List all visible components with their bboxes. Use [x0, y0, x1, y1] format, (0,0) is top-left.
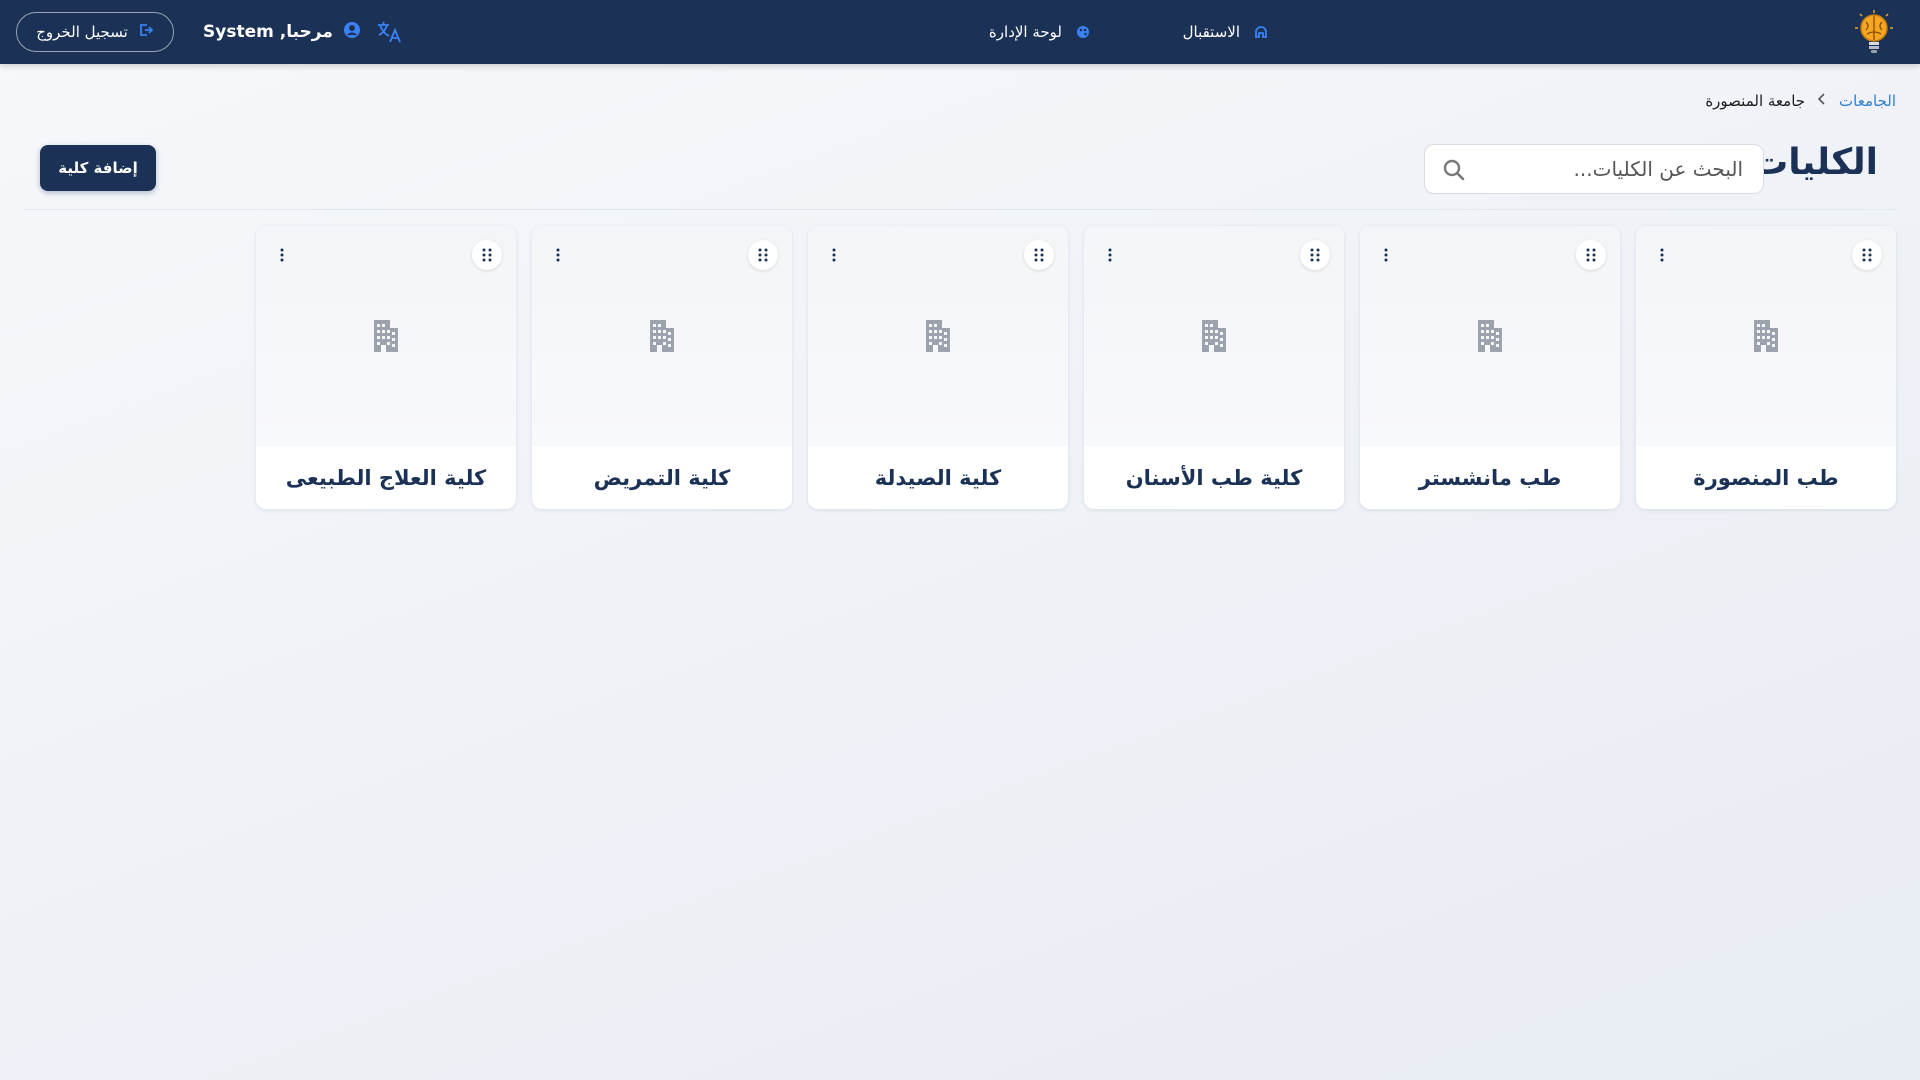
user-circle-icon: [343, 21, 361, 44]
college-card-title: طب مانشستر: [1418, 465, 1562, 490]
building-icon: [918, 316, 956, 354]
translate-icon[interactable]: [376, 20, 402, 44]
breadcrumb: الجامعات جامعة المنصورة: [1705, 92, 1896, 110]
more-vertical-icon[interactable]: [274, 242, 290, 268]
drag-handle-icon[interactable]: [1300, 240, 1330, 270]
college-card[interactable]: كلية طب الأسنان: [1084, 226, 1344, 509]
card-media: [256, 226, 516, 446]
colleges-grid: طب المنصورة طب مانشستر كلية طب الأسنان ك…: [256, 226, 1896, 509]
search-icon[interactable]: [1443, 159, 1465, 181]
more-vertical-icon[interactable]: [550, 242, 566, 268]
drag-handle-icon[interactable]: [748, 240, 778, 270]
palette-icon: [1076, 25, 1090, 39]
add-college-button[interactable]: إضافة كلية: [40, 145, 156, 191]
more-vertical-icon[interactable]: [1378, 242, 1394, 268]
card-media: [1636, 226, 1896, 446]
college-card[interactable]: طب المنصورة: [1636, 226, 1896, 509]
college-card[interactable]: كلية التمريض: [532, 226, 792, 509]
breadcrumb-universities-link[interactable]: الجامعات: [1839, 92, 1896, 110]
nav-dashboard-link[interactable]: لوحة الإدارة: [989, 0, 1090, 64]
search-box: [1424, 144, 1764, 194]
more-vertical-icon[interactable]: [1102, 242, 1118, 268]
breadcrumb-current: جامعة المنصورة: [1705, 92, 1806, 110]
card-media: [1084, 226, 1344, 446]
drag-handle-icon[interactable]: [1852, 240, 1882, 270]
college-card-title: كلية العلاج الطبيعى: [285, 465, 487, 490]
building-icon: [1194, 316, 1232, 354]
page-title: الكليات: [1752, 142, 1878, 183]
building-icon: [366, 316, 404, 354]
welcome-text: مرحبا, System: [203, 22, 333, 42]
home-icon: [1254, 25, 1268, 39]
card-media: [808, 226, 1068, 446]
logout-button[interactable]: تسجيل الخروج: [16, 12, 174, 52]
building-icon: [642, 316, 680, 354]
card-media: [1360, 226, 1620, 446]
college-card[interactable]: كلية العلاج الطبيعى: [256, 226, 516, 509]
chevron-left-icon: [1817, 93, 1827, 109]
nav-home-label: الاستقبال: [1182, 23, 1240, 41]
more-vertical-icon[interactable]: [1654, 242, 1670, 268]
building-icon: [1470, 316, 1508, 354]
building-icon: [1746, 316, 1784, 354]
brain-bulb-logo[interactable]: [1852, 8, 1896, 56]
search-input[interactable]: [1425, 145, 1763, 193]
drag-handle-icon[interactable]: [1024, 240, 1054, 270]
page-header: الكليات إضافة كلية: [24, 120, 1896, 210]
drag-handle-icon[interactable]: [472, 240, 502, 270]
college-card[interactable]: طب مانشستر: [1360, 226, 1620, 509]
drag-handle-icon[interactable]: [1576, 240, 1606, 270]
college-card-title: طب المنصورة: [1693, 465, 1839, 490]
card-media: [532, 226, 792, 446]
college-card-title: كلية الصيدلة: [874, 465, 1002, 490]
college-card-title: كلية طب الأسنان: [1125, 465, 1303, 490]
top-navbar: الاستقبال لوحة الإدارة مرحبا, System تسج…: [0, 0, 1920, 64]
college-card[interactable]: كلية الصيدلة: [808, 226, 1068, 509]
logout-label: تسجيل الخروج: [36, 23, 128, 41]
nav-home-link[interactable]: الاستقبال: [1183, 0, 1268, 64]
nav-dashboard-label: لوحة الإدارة: [988, 23, 1062, 41]
welcome-user[interactable]: مرحبا, System: [203, 0, 361, 64]
logout-icon: [138, 22, 154, 42]
more-vertical-icon[interactable]: [826, 242, 842, 268]
college-card-title: كلية التمريض: [593, 465, 731, 490]
